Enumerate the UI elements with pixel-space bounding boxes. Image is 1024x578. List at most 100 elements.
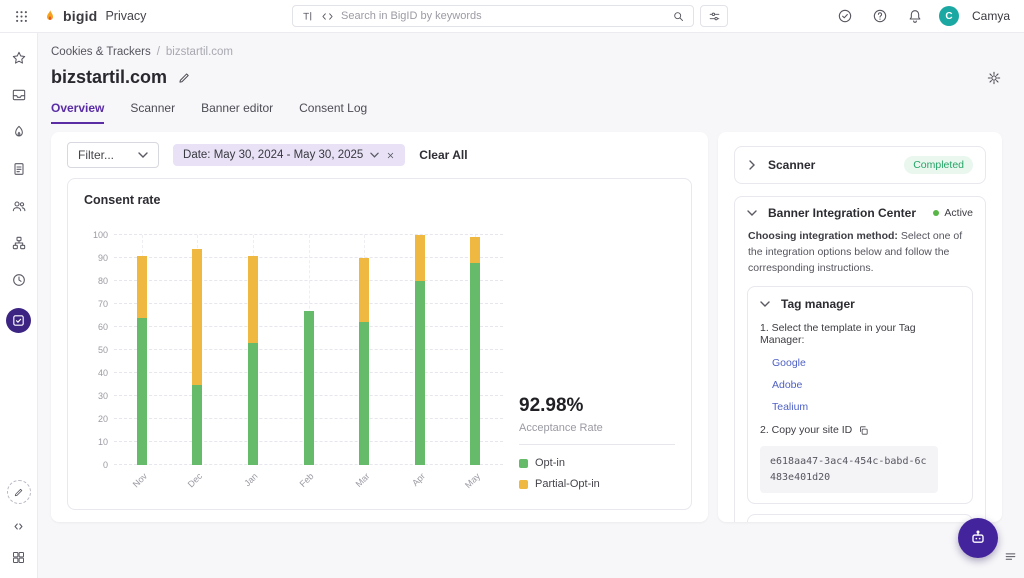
chevron-right-icon [749, 160, 755, 170]
search-icon[interactable] [672, 10, 685, 23]
active-status-label: Active [944, 207, 973, 219]
bigid-flame-icon [42, 7, 58, 25]
advanced-search-button[interactable] [700, 5, 728, 27]
system-status-icon[interactable] [834, 5, 856, 27]
y-tick-label: 30 [86, 391, 108, 401]
text-search-icon[interactable] [301, 10, 314, 23]
stacked-bar [470, 237, 480, 465]
notifications-bell-icon[interactable] [904, 5, 926, 27]
x-tick-label: Dec [186, 471, 204, 489]
opt-in-segment [470, 263, 480, 465]
scanner-accordion-header[interactable]: Scanner Completed [747, 156, 973, 174]
banner-integration-accordion: Banner Integration Center Active Choosin… [734, 196, 986, 522]
chart-column: Jan [225, 235, 281, 465]
sidebar-item-users[interactable] [10, 197, 28, 215]
date-chip-label: Date: May 30, 2024 - May 30, 2025 [183, 149, 363, 161]
link-tealium[interactable]: Tealium [772, 401, 960, 413]
sidebar-item-reports[interactable] [10, 160, 28, 178]
site-id-value: e618aa47-3ac4-454c-babd-6c483e401d20 [760, 446, 938, 493]
y-tick-label: 70 [86, 299, 108, 309]
chevron-down-icon [370, 152, 379, 158]
edit-title-pencil-icon[interactable] [177, 71, 191, 85]
x-tick-label: Mar [353, 471, 371, 489]
sidebar-item-hierarchy[interactable] [10, 234, 28, 252]
summary-divider [519, 444, 675, 445]
active-status-dot [933, 210, 939, 216]
user-name: Camya [972, 9, 1010, 23]
y-tick-label: 80 [86, 276, 108, 286]
resize-grip-icon[interactable] [1004, 549, 1017, 562]
legend-item-partial-opt-in: Partial-Opt-in [519, 478, 675, 490]
banner-integration-header[interactable]: Banner Integration Center Active [747, 206, 973, 220]
partial-opt-in-segment [415, 235, 425, 281]
partial-opt-in-segment [137, 256, 147, 318]
partial-opt-in-segment [192, 249, 202, 385]
tag-manager-title: Tag manager [781, 297, 855, 311]
integration-panel: Scanner Completed Banner Integration Cen… [718, 132, 1002, 522]
chart-column: Nov [114, 235, 170, 465]
tab-consent-log[interactable]: Consent Log [299, 101, 367, 124]
acceptance-rate-value: 92.98% [519, 395, 675, 417]
x-tick-label: Apr [410, 471, 427, 488]
sidebar-item-activity-history[interactable] [10, 271, 28, 289]
legend-item-opt-in: Opt-in [519, 457, 675, 469]
stacked-bar [192, 249, 202, 465]
tag-manager-step-2: 2. Copy your site ID [760, 424, 960, 436]
x-tick-label: Nov [130, 471, 148, 489]
y-tick-label: 50 [86, 345, 108, 355]
x-tick-label: Jan [243, 471, 260, 488]
copy-site-id-icon[interactable] [858, 425, 869, 436]
brand-product: Privacy [105, 9, 146, 23]
page-settings-gear-icon[interactable] [986, 70, 1002, 86]
stacked-bar [137, 256, 147, 465]
app-launcher-icon[interactable] [10, 5, 32, 27]
content-row: Filter... Date: May 30, 2024 - May 30, 2… [51, 132, 1002, 522]
date-filter-chip[interactable]: Date: May 30, 2024 - May 30, 2025 [173, 144, 405, 166]
filter-dropdown[interactable]: Filter... [67, 142, 159, 168]
y-tick-label: 90 [86, 253, 108, 263]
sidebar-item-favorites[interactable] [10, 49, 28, 67]
tab-banner-editor[interactable]: Banner editor [201, 101, 273, 124]
tag-manager-step-1: 1. Select the template in your Tag Manag… [760, 322, 960, 346]
breadcrumb: Cookies & Trackers / bizstartil.com [51, 46, 1002, 58]
y-tick-label: 100 [86, 230, 108, 240]
tab-scanner[interactable]: Scanner [130, 101, 175, 124]
partial-opt-in-segment [470, 237, 480, 262]
tag-manager-header[interactable]: Tag manager [760, 297, 960, 311]
chart-body: 0102030405060708090100NovDecJanFebMarApr… [84, 207, 675, 490]
regex-search-icon[interactable] [321, 10, 334, 23]
left-sidebar [0, 33, 38, 578]
link-google[interactable]: Google [772, 357, 960, 369]
y-tick-label: 20 [86, 414, 108, 424]
feedback-pencil-icon[interactable] [7, 480, 31, 504]
breadcrumb-parent[interactable]: Cookies & Trackers [51, 46, 151, 58]
opt-in-segment [415, 281, 425, 465]
chart-plot: 0102030405060708090100NovDecJanFebMarApr… [114, 235, 503, 465]
opt-in-segment [304, 311, 314, 465]
link-adobe[interactable]: Adobe [772, 379, 960, 391]
apps-grid-icon[interactable] [10, 548, 28, 566]
sidebar-item-data-flows[interactable] [10, 123, 28, 141]
sidebar-item-inbox[interactable] [10, 86, 28, 104]
user-avatar[interactable]: C [939, 6, 959, 26]
assistant-fab[interactable] [958, 518, 998, 558]
legend-opt-in-swatch [519, 459, 528, 468]
filter-row: Filter... Date: May 30, 2024 - May 30, 2… [67, 142, 692, 168]
sidebar-item-consent-manager[interactable] [6, 308, 31, 333]
help-icon[interactable] [869, 5, 891, 27]
tab-overview[interactable]: Overview [51, 101, 104, 124]
chart-column: Dec [170, 235, 226, 465]
y-tick-label: 60 [86, 322, 108, 332]
app-root: bigid Privacy Search in BigID by keyword… [0, 0, 1024, 578]
search-input[interactable]: Search in BigID by keywords [292, 5, 694, 27]
topbar-actions: C Camya [834, 5, 1010, 27]
global-search: Search in BigID by keywords [292, 5, 728, 27]
clear-all-button[interactable]: Clear All [419, 148, 467, 162]
scanner-accordion: Scanner Completed [734, 146, 986, 184]
remove-chip-icon [386, 151, 395, 160]
y-tick-label: 10 [86, 437, 108, 447]
x-tick-label: May [463, 471, 482, 490]
bigid-logo[interactable]: bigid Privacy [42, 7, 146, 25]
sidebar-nav [6, 49, 31, 333]
collapse-sidebar-icon[interactable] [10, 517, 28, 535]
